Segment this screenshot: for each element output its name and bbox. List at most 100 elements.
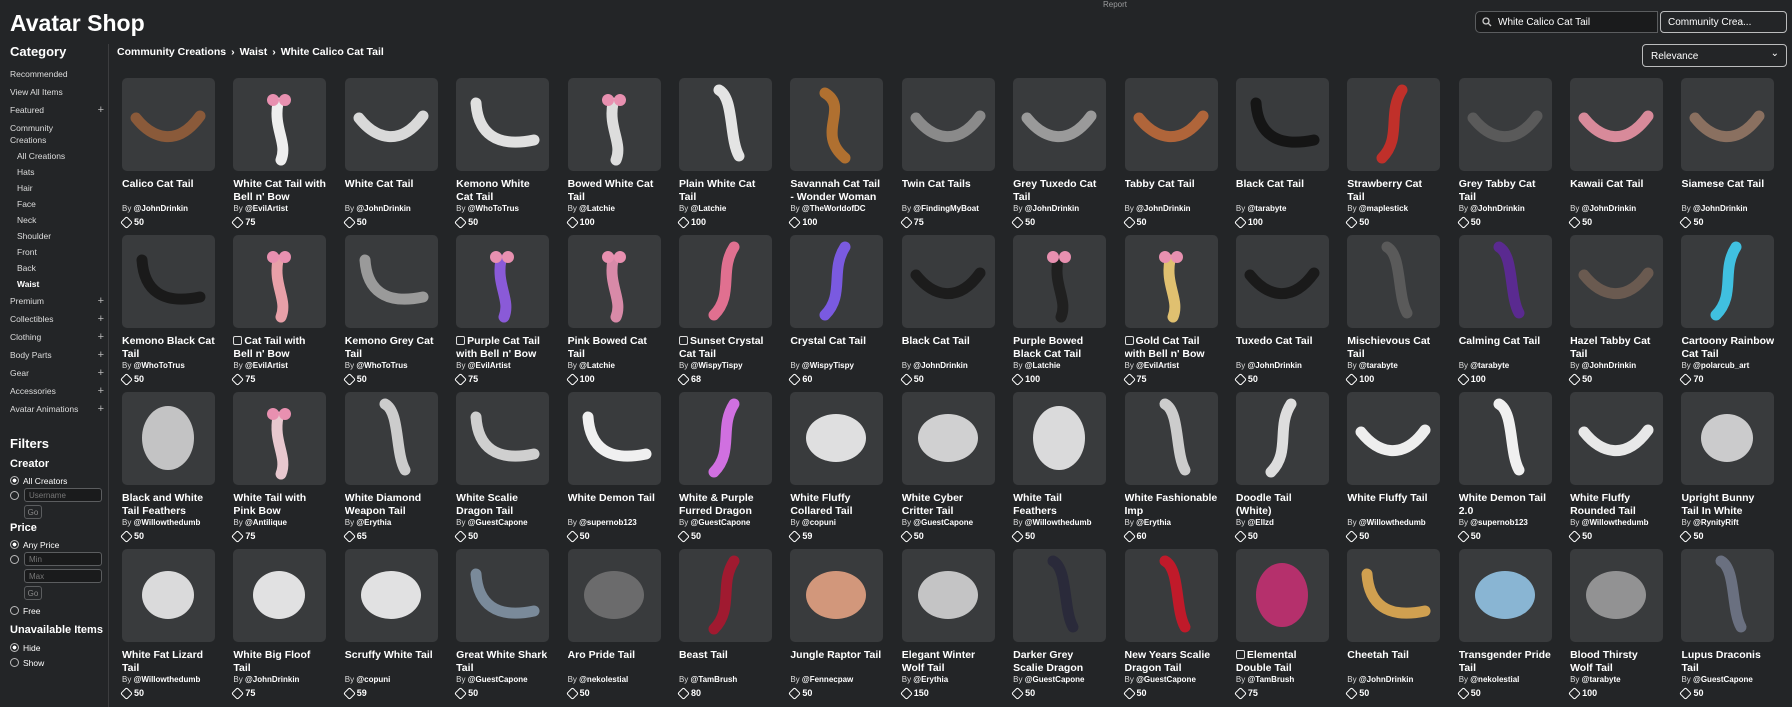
sidebar-item[interactable]: Waist [10,276,104,292]
creator-name[interactable]: @TamBrush [691,675,738,684]
expand-plus-icon[interactable]: + [98,403,104,415]
creator-name[interactable]: @tarabyte [1247,204,1286,213]
item-name[interactable]: White Big Floof Tail [233,649,326,675]
item-name[interactable]: White Fashionable Imp [1125,492,1218,518]
item-creator[interactable]: By @tarabyte [1347,361,1440,374]
item-card[interactable]: Black Cat Tail By @JohnDrinkin 50 [899,235,995,392]
item-creator[interactable]: By @EvilArtist [1125,361,1218,374]
item-card[interactable]: Calming Cat Tail By @tarabyte 100 [1456,235,1552,392]
item-creator[interactable]: By @nekolestial [568,675,661,688]
creator-name[interactable]: @WispyTispy [802,361,854,370]
item-card[interactable]: Transgender Pride Tail By @nekolestial 50 [1456,549,1552,706]
creator-name[interactable]: @JohnDrinkin [1582,204,1636,213]
item-thumbnail[interactable] [1124,78,1218,171]
item-card[interactable]: Elegant Winter Wolf Tail By @Erythia 150 [899,549,995,706]
creator-name[interactable]: @GuestCapone [1136,675,1196,684]
creator-name[interactable]: @Erythia [356,518,391,527]
item-card[interactable]: Kemono White Cat Tail By @WhoToTrus 50 [454,78,550,235]
max-price-input[interactable]: Max [24,569,102,583]
item-thumbnail[interactable] [1235,235,1329,328]
item-thumbnail[interactable] [1681,235,1775,328]
item-creator[interactable]: By @JohnDrinkin [345,204,438,217]
item-thumbnail[interactable] [1347,392,1441,485]
creator-name[interactable]: @JohnDrinkin [245,675,299,684]
sidebar-item[interactable]: Community Creations [10,119,104,148]
item-creator[interactable]: By @GuestCapone [902,518,995,531]
item-name[interactable]: Calico Cat Tail [122,178,215,204]
item-creator[interactable]: By @Antilique [233,518,326,531]
creator-name[interactable]: @nekolestial [1470,675,1519,684]
item-name[interactable]: White Cat Tail with Bell n' Bow [233,178,326,204]
item-card[interactable]: White Scalie Dragon Tail By @GuestCapone 5… [454,392,550,549]
item-card[interactable]: Kemono Black Cat Tail By @WhoToTrus 50 [120,235,215,392]
item-name[interactable]: Calming Cat Tail [1459,335,1552,361]
expand-plus-icon[interactable]: + [98,313,104,325]
creator-name[interactable]: @RynityRift [1693,518,1739,527]
item-name[interactable]: Bowed White Cat Tail [568,178,661,204]
item-name[interactable]: Cheetah Tail [1347,649,1440,675]
item-card[interactable]: White Tail Feathers By @Willowthedumb 50 [1011,392,1107,549]
item-thumbnail[interactable] [1347,78,1441,171]
item-card[interactable]: Pink Bowed Cat Tail By @Latchie 100 [565,235,661,392]
item-card[interactable]: Black and White Tail Feathers By @Willowt… [120,392,215,549]
item-card[interactable]: White Big Floof Tail By @JohnDrinkin 75 [231,549,327,706]
item-card[interactable]: White Cat Tail By @JohnDrinkin 50 [342,78,438,235]
creator-name[interactable]: @tarabyte [1359,361,1398,370]
creator-name[interactable]: @copuni [356,675,390,684]
item-card[interactable]: White Fluffy Collared Tail By @copuni 59 [788,392,884,549]
item-name[interactable]: Gold Cat Tail with Bell n' Bow [1124,335,1218,361]
item-name[interactable]: Scruffy White Tail [345,649,438,675]
item-card[interactable]: Bowed White Cat Tail By @Latchie 100 [565,78,661,235]
item-thumbnail[interactable] [1013,235,1107,328]
creator-name[interactable]: @JohnDrinkin [1359,675,1413,684]
item-name[interactable]: Savannah Cat Tail - Wonder Woman [790,178,883,204]
item-card[interactable]: White Demon Tail 2.0 By @supernob123 50 [1456,392,1552,549]
item-card[interactable]: Sunset Crystal Cat Tail By @WispyTispy 68 [677,235,772,392]
item-name[interactable]: Black Cat Tail [902,335,995,361]
item-thumbnail[interactable] [1570,78,1664,171]
item-name[interactable]: White Cyber Critter Tail [902,492,995,518]
item-creator[interactable]: By @GuestCapone [1681,675,1774,688]
item-thumbnail[interactable] [1458,235,1552,328]
item-name[interactable]: Grey Tabby Cat Tail [1459,178,1552,204]
item-card[interactable]: Twin Cat Tails By @FindingMyBoat 75 [899,78,995,235]
item-card[interactable]: Upright Bunny Tail In White By @RynityRif… [1679,392,1775,549]
creator-name[interactable]: @Fennecpaw [802,675,853,684]
item-thumbnail[interactable] [790,549,884,642]
item-thumbnail[interactable] [1013,78,1107,171]
item-creator[interactable]: By @Willowthedumb [122,518,215,531]
item-thumbnail[interactable] [790,392,884,485]
item-name[interactable]: Pink Bowed Cat Tail [568,335,661,361]
item-name[interactable]: Elegant Winter Wolf Tail [902,649,995,675]
radio-icon[interactable] [10,643,19,652]
expand-plus-icon[interactable]: + [98,367,104,379]
creator-name[interactable]: @polarcub_art [1693,361,1749,370]
item-card[interactable]: White & Purple Furred Dragon By @GuestCap… [677,392,772,549]
item-name[interactable]: White Fat Lizard Tail [122,649,215,675]
item-creator[interactable]: By @FindingMyBoat [902,204,995,217]
item-card[interactable]: White Fluffy Tail By @Willowthedumb 50 [1345,392,1441,549]
sidebar-item[interactable]: Collectibles + [10,310,104,328]
item-card[interactable]: New Years Scalie Dragon Tail By @GuestCap… [1122,549,1218,706]
item-thumbnail[interactable] [344,235,438,328]
item-card[interactable]: Crystal Cat Tail By @WispyTispy 60 [788,235,884,392]
item-name[interactable]: Strawberry Cat Tail [1347,178,1440,204]
item-thumbnail[interactable] [901,392,995,485]
item-creator[interactable]: By @polarcub_art [1681,361,1774,374]
item-thumbnail[interactable] [344,392,438,485]
item-card[interactable]: Elemental Double Tail By @TamBrush 75 [1234,549,1329,706]
creator-name[interactable]: @WhoToTrus [356,361,407,370]
item-thumbnail[interactable] [1570,392,1664,485]
item-thumbnail[interactable] [344,549,438,642]
creator-name[interactable]: @JohnDrinkin [356,204,410,213]
item-thumbnail[interactable] [1570,235,1664,328]
item-thumbnail[interactable] [1235,392,1329,485]
item-card[interactable]: Purple Cat Tail with Bell n' Bow By @Evil… [454,235,550,392]
creator-name[interactable]: @Latchie [579,361,615,370]
item-name[interactable]: New Years Scalie Dragon Tail [1125,649,1218,675]
creator-name[interactable]: @GuestCapone [691,518,751,527]
creator-name[interactable]: @supernob123 [1470,518,1528,527]
creator-name[interactable]: @FindingMyBoat [913,204,979,213]
creator-name[interactable]: @WispyTispy [691,361,743,370]
item-thumbnail[interactable] [456,549,550,642]
